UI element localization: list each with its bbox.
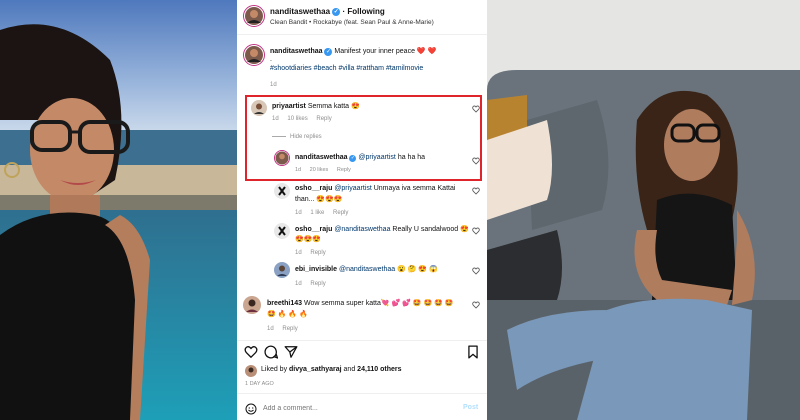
comment-icon[interactable] <box>264 345 278 359</box>
heart-icon[interactable] <box>472 157 480 165</box>
post-comment-button[interactable]: Post <box>463 404 478 411</box>
song-info[interactable]: Clean Bandit • Rockabye (feat. Sean Paul… <box>270 19 434 26</box>
heart-icon[interactable] <box>244 345 258 359</box>
comment-time: 1d <box>295 210 302 216</box>
following-button[interactable]: Following <box>347 7 384 16</box>
comment-avatar[interactable] <box>274 183 290 199</box>
comment-text: 😮 🤔 😍 😱 <box>397 266 438 273</box>
comment-line: breethi143 Wow semma super katta💘 💕 💕 🤩 … <box>267 299 454 307</box>
comment-line: osho__raju @priyaartist Unmaya iva semma… <box>295 185 455 192</box>
comment-username[interactable]: ebi_invisible <box>295 266 337 273</box>
caption-time: 1d <box>270 82 277 88</box>
hide-replies[interactable]: Hide replies <box>272 134 329 140</box>
comment-meta: 1d 1 like Reply <box>295 210 355 216</box>
comment-avatar[interactable] <box>243 296 261 314</box>
comment-meta: 1d Reply <box>295 281 333 287</box>
comment-avatar[interactable] <box>274 223 290 239</box>
post-username[interactable]: nanditaswethaa ✓ · Following <box>270 7 385 16</box>
comment-likes[interactable]: 1 like <box>310 210 324 216</box>
reply-button[interactable]: Reply <box>310 281 325 287</box>
divider <box>237 393 487 394</box>
comment-avatar[interactable] <box>274 262 290 278</box>
comment-time: 1d <box>267 326 274 332</box>
comment-text-continued: than... 😍😍😍 <box>295 196 343 203</box>
comment-line: osho__raju @nanditaswethaa Really U sand… <box>295 225 469 233</box>
comment-meta: 1d Reply <box>267 326 305 332</box>
caption-username[interactable]: nanditaswethaa <box>270 48 323 55</box>
reply-button[interactable]: Reply <box>333 210 348 216</box>
comment-meta: 1d 20 likes Reply <box>295 167 358 173</box>
add-comment-input[interactable] <box>263 401 443 415</box>
username-text[interactable]: nanditaswethaa <box>270 7 330 16</box>
comment-username[interactable]: priyaartist <box>272 103 306 110</box>
comment-mention[interactable]: @priyaartist <box>334 185 371 192</box>
verified-badge-icon: ✓ <box>324 48 333 56</box>
dot-separator: · <box>342 7 346 16</box>
comment-text: ha ha ha <box>397 154 426 161</box>
liked-by-user[interactable]: divya_sathyaraj <box>289 366 342 373</box>
comment-text-continued: 😍😍😍 <box>295 236 322 243</box>
comment-text: Unmaya iva semma Kattai <box>373 185 456 192</box>
liked-by-and: and <box>343 366 356 373</box>
heart-icon[interactable] <box>472 301 480 309</box>
heart-icon[interactable] <box>472 267 480 275</box>
comment-username[interactable]: breethi143 <box>267 300 302 307</box>
post-header: nanditaswethaa ✓ · Following Clean Bandi… <box>237 0 487 35</box>
divider <box>272 135 286 137</box>
bookmark-icon[interactable] <box>467 345 479 359</box>
heart-icon[interactable] <box>472 105 480 113</box>
comment-username[interactable]: osho__raju <box>295 185 332 192</box>
reply-button[interactable]: Reply <box>337 167 351 173</box>
heart-icon[interactable] <box>472 187 480 195</box>
share-icon[interactable] <box>284 345 298 359</box>
post-time-ago: 1 DAY AGO <box>245 381 274 387</box>
comment-mention[interactable]: @nanditaswethaa <box>334 226 390 233</box>
comment-username[interactable]: nanditaswethaa <box>295 154 348 161</box>
comment-username[interactable]: osho__raju <box>295 226 332 233</box>
comment-time: 1d <box>295 167 302 173</box>
comment-likes[interactable]: 10 likes <box>287 116 307 122</box>
liked-by-avatar[interactable] <box>245 365 257 377</box>
comment-text-continued: 🤩 🔥 🔥 🔥 <box>267 311 308 318</box>
verified-badge-icon: ✓ <box>332 7 341 16</box>
reply-button[interactable]: Reply <box>310 250 325 256</box>
comment-text: Wow semma super katta💘 💕 💕 🤩 🤩 🤩 🤩 <box>303 300 454 307</box>
comment-meta: 1d Reply <box>295 250 333 256</box>
caption-avatar[interactable] <box>243 44 265 66</box>
action-bar: Liked by divya_sathyaraj and 24,110 othe… <box>237 340 487 420</box>
comment-time: 1d <box>295 281 302 287</box>
comment-mention[interactable]: @nanditaswethaa <box>339 266 395 273</box>
comment-time: 1d <box>295 250 302 256</box>
heart-icon[interactable] <box>472 227 480 235</box>
verified-badge-icon: ✓ <box>349 155 357 162</box>
comment-line: priyaartist Semma katta 😍 <box>272 102 360 110</box>
comment-avatar[interactable] <box>251 100 267 116</box>
liked-by-line: Liked by divya_sathyaraj and 24,110 othe… <box>261 366 402 373</box>
comment-line: ebi_invisible @nanditaswethaa 😮 🤔 😍 😱 <box>295 265 438 273</box>
comment-meta: 1d 10 likes Reply <box>272 116 339 122</box>
reply-button[interactable]: Reply <box>316 116 331 122</box>
caption-text: Manifest your inner peace ❤️ ❤️ <box>334 48 437 55</box>
comment-likes[interactable]: 20 likes <box>310 167 329 173</box>
liked-by-others[interactable]: 24,110 others <box>357 366 401 373</box>
comment-mention[interactable]: @priyaartist <box>358 154 395 161</box>
caption-dot: . <box>270 56 272 63</box>
comment-text: Semma katta 😍 <box>307 103 360 110</box>
avatar[interactable] <box>243 5 265 27</box>
instagram-post-panel: nanditaswethaa ✓ · Following Clean Bandi… <box>237 0 487 420</box>
emoji-icon[interactable] <box>245 403 257 415</box>
comment-line: nanditaswethaa ✓ @priyaartist ha ha ha <box>295 154 425 162</box>
comment-text: Really U sandalwood 😍 <box>392 226 469 233</box>
reply-button[interactable]: Reply <box>282 326 297 332</box>
liked-by-prefix: Liked by <box>261 366 288 373</box>
right-photo <box>487 0 800 420</box>
comment-time: 1d <box>272 116 279 122</box>
hide-replies-label[interactable]: Hide replies <box>290 134 322 140</box>
left-photo <box>0 0 237 420</box>
caption-hashtags[interactable]: #shootdiaries #beach #villa #rattham #ta… <box>270 65 423 72</box>
caption-line: nanditaswethaa ✓ Manifest your inner pea… <box>270 47 436 56</box>
comment-avatar[interactable] <box>274 150 290 166</box>
